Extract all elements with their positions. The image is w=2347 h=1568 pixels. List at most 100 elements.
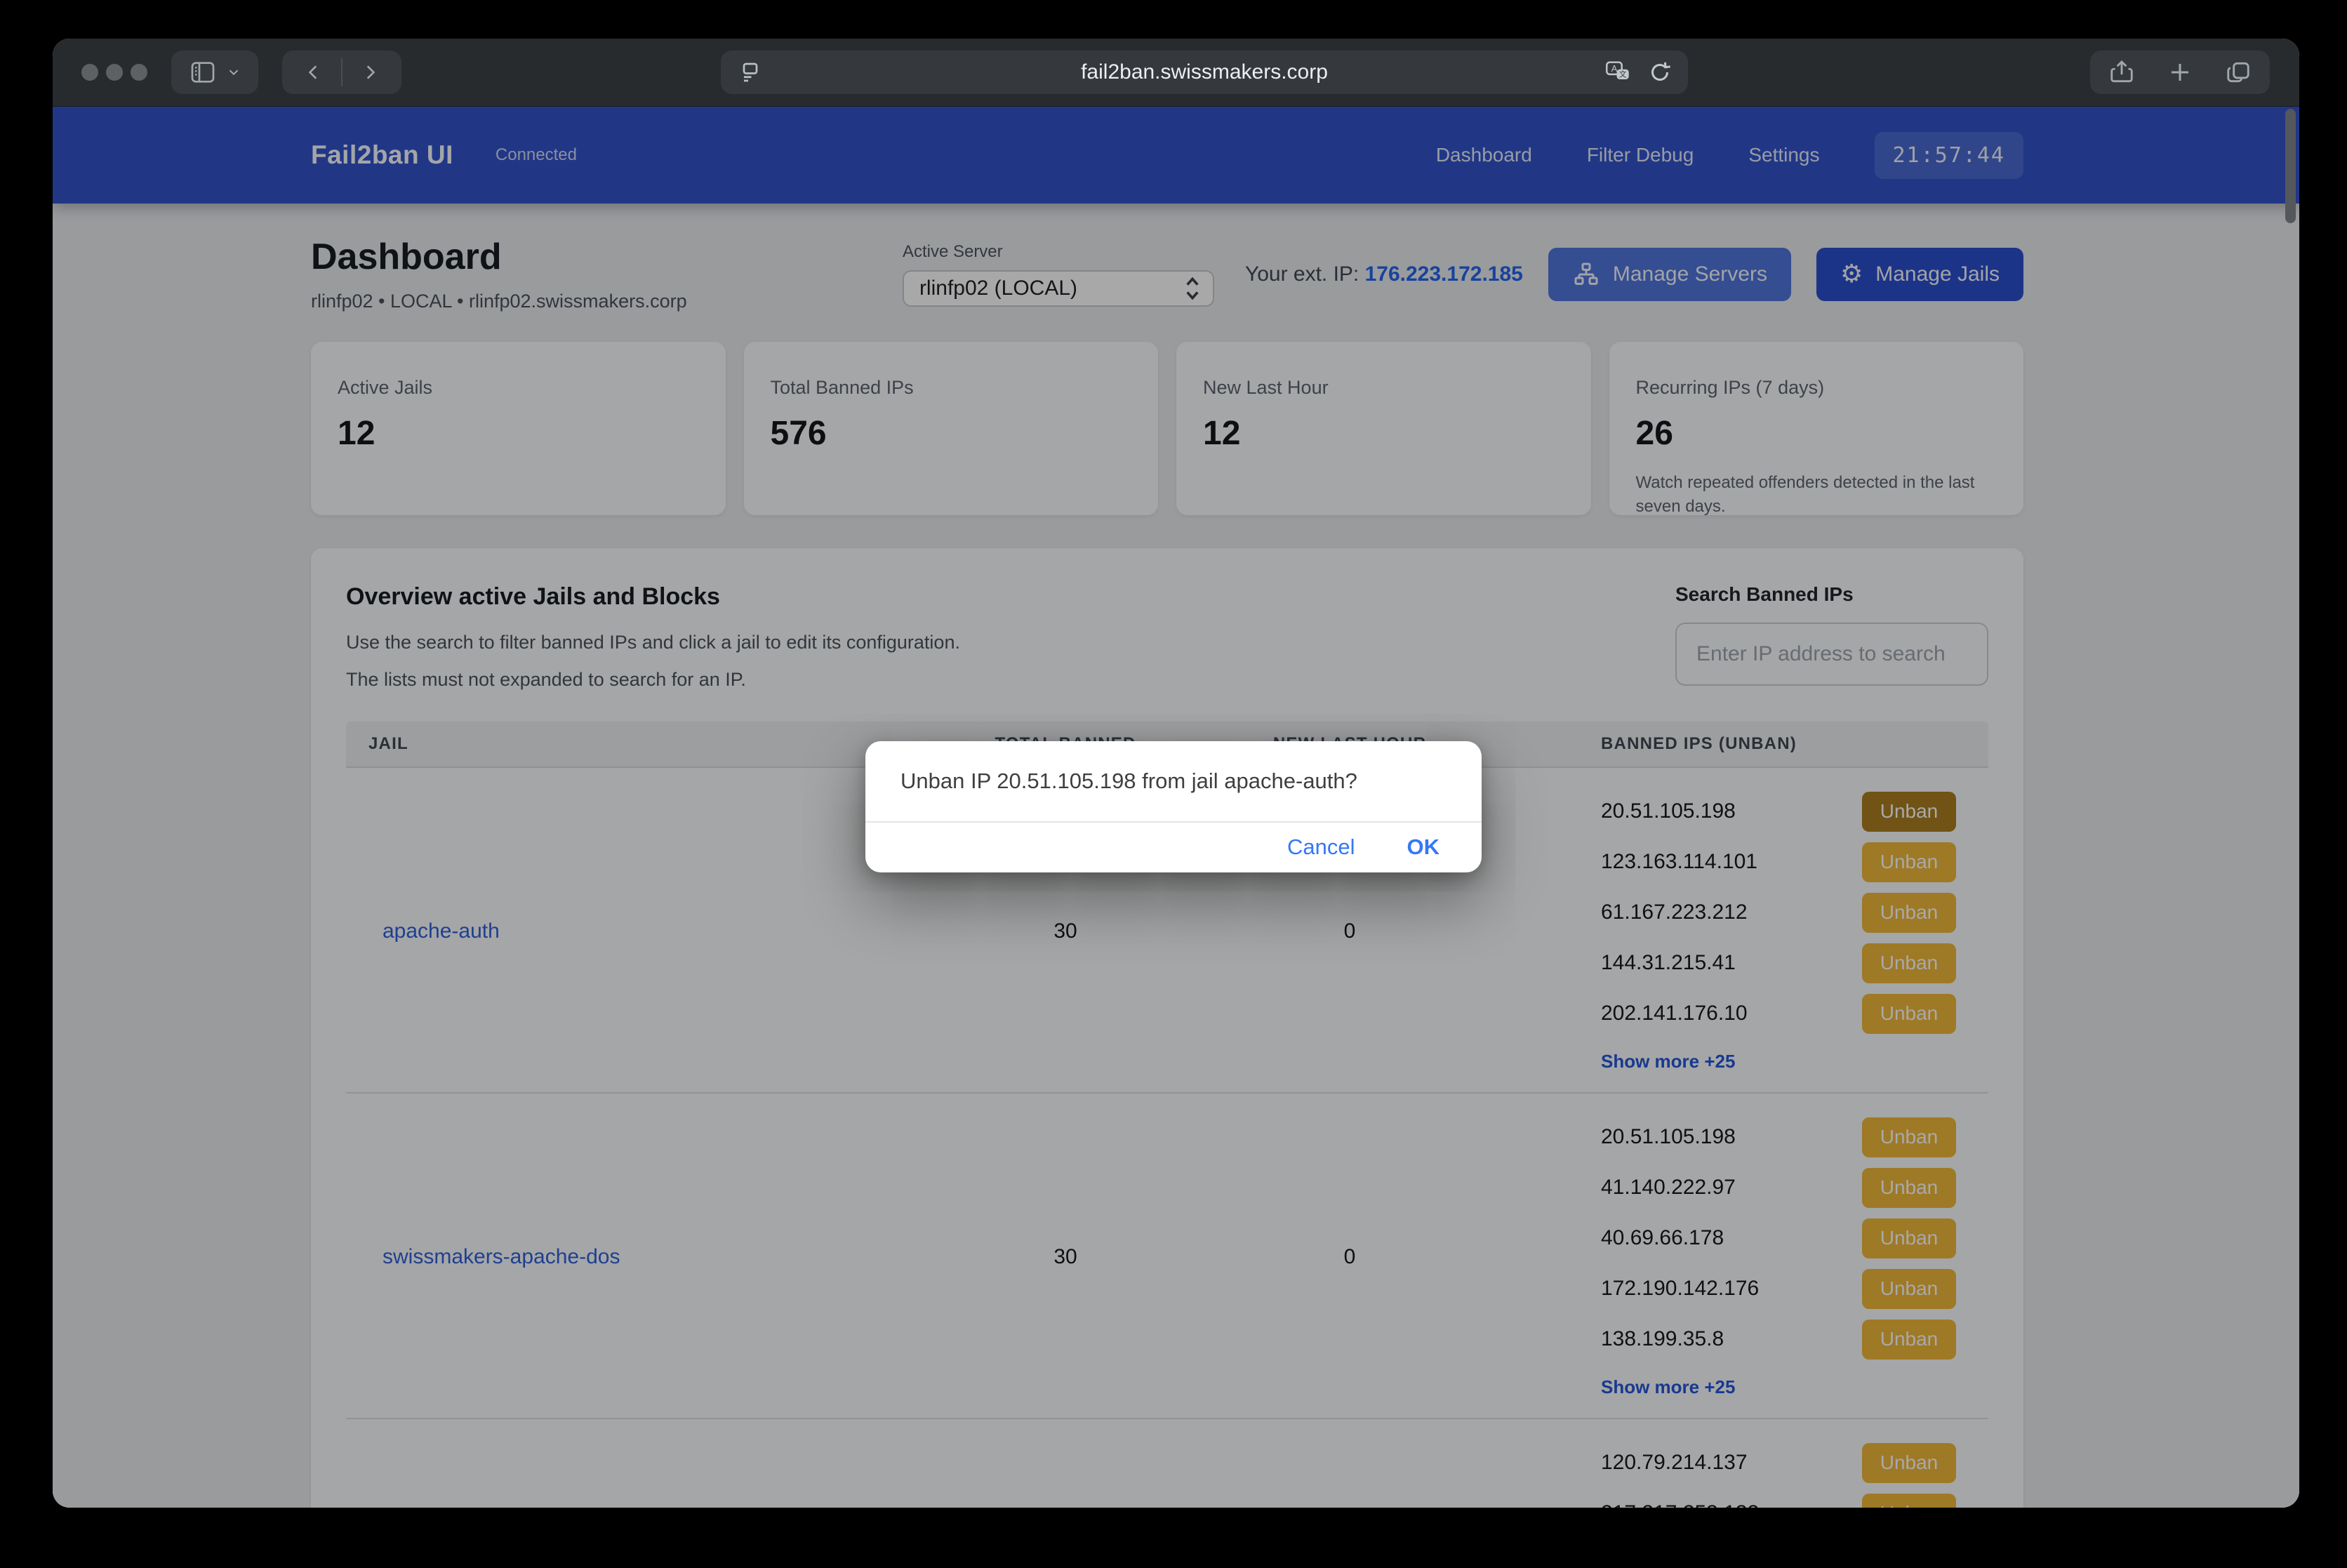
scrollbar-thumb[interactable] — [2285, 109, 2296, 223]
forward-button[interactable] — [351, 51, 389, 94]
nav-link-dashboard[interactable]: Dashboard — [1436, 144, 1532, 166]
sidebar-icon — [184, 51, 222, 94]
nav-link-settings[interactable]: Settings — [1748, 144, 1819, 166]
ip-list: 20.51.105.198 Unban 123.163.114.101 Unba… — [1518, 786, 1988, 1077]
external-ip: Your ext. IP: 176.223.172.185 — [1245, 263, 1523, 286]
jail-total — [950, 1437, 1181, 1508]
banned-ip-row: 20.51.105.198 Unban — [1601, 1112, 1956, 1162]
banned-ip-row: 120.79.214.137 Unban — [1601, 1437, 1956, 1488]
app-brand: Fail2ban UI — [311, 140, 453, 170]
overview-description-2: The lists must not expanded to search fo… — [346, 669, 960, 691]
zoom-window-button[interactable] — [131, 64, 147, 81]
jail-blocks: apache-auth 30 0 20.51.105.198 Unban 123… — [346, 768, 1988, 1508]
stat-card-recurring-ips: Recurring IPs (7 days) 26 Watch repeated… — [1609, 342, 2024, 515]
jail-name-cell: apache-auth — [346, 786, 950, 1077]
jail-total: 30 — [950, 1112, 1181, 1402]
browser-window: fail2ban.swissmakers.corp A 文 — [53, 39, 2299, 1508]
jail-name-cell: swissmakers-apache-dos — [346, 1112, 950, 1402]
unban-button[interactable]: Unban — [1862, 994, 1956, 1034]
stat-label: Total Banned IPs — [771, 377, 1132, 399]
ip-address: 40.69.66.178 — [1601, 1226, 1724, 1250]
banned-ip-row: 144.31.215.41 Unban — [1601, 938, 1956, 988]
ip-address: 138.199.35.8 — [1601, 1327, 1724, 1351]
unban-button[interactable]: Unban — [1862, 943, 1956, 983]
jail-new-last-hour — [1181, 1437, 1518, 1508]
ip-address: 202.141.176.10 — [1601, 1002, 1748, 1025]
ip-address: 41.140.222.97 — [1601, 1176, 1736, 1200]
stat-label: Active Jails — [338, 377, 699, 399]
banned-ip-row: 41.140.222.97 Unban — [1601, 1162, 1956, 1213]
page-viewport: Fail2ban UI Connected Dashboard Filter D… — [53, 107, 2299, 1508]
ok-button[interactable]: OK — [1403, 834, 1444, 861]
search-banned-ips-label: Search Banned IPs — [1675, 583, 1988, 606]
toolbar-right-buttons — [2090, 51, 2270, 94]
banned-ip-row: 217.217.253.132 Unban — [1601, 1488, 1956, 1508]
active-server-label: Active Server — [903, 242, 1214, 262]
unban-button[interactable]: Unban — [1862, 1443, 1956, 1483]
jail-name-cell — [346, 1437, 950, 1508]
page-title: Dashboard — [311, 236, 687, 278]
ip-address: 20.51.105.198 — [1601, 799, 1736, 823]
ip-address: 120.79.214.137 — [1601, 1451, 1748, 1475]
gear-icon: ⚙ — [1840, 262, 1863, 287]
banned-ip-row: 138.199.35.8 Unban — [1601, 1314, 1956, 1364]
stat-value: 12 — [338, 414, 699, 453]
sitemap-icon — [1572, 260, 1600, 288]
stat-value: 26 — [1636, 414, 1997, 453]
column-header-banned-ips: BANNED IPS (UNBAN) — [1518, 734, 1988, 754]
stat-label: Recurring IPs (7 days) — [1636, 377, 1997, 399]
unban-button[interactable]: Unban — [1862, 842, 1956, 882]
search-input[interactable] — [1675, 623, 1988, 686]
window-controls — [81, 64, 147, 81]
share-icon[interactable] — [2108, 59, 2135, 86]
unban-confirm-dialog: Unban IP 20.51.105.198 from jail apache-… — [865, 741, 1482, 872]
stat-value: 12 — [1203, 414, 1564, 453]
history-nav — [282, 51, 401, 94]
manage-servers-button[interactable]: Manage Servers — [1548, 248, 1791, 301]
stat-description: Watch repeated offenders detected in the… — [1636, 471, 1987, 518]
jail-name-link[interactable]: apache-auth — [383, 919, 500, 943]
overview-panel: Overview active Jails and Blocks Use the… — [311, 548, 2023, 1508]
back-button[interactable] — [295, 51, 333, 94]
select-stepper-icon — [1182, 274, 1203, 303]
ip-address: 123.163.114.101 — [1601, 850, 1757, 874]
unban-button[interactable]: Unban — [1862, 1117, 1956, 1157]
show-more-link[interactable]: Show more +25 — [1601, 1371, 1956, 1402]
url-text: fail2ban.swissmakers.corp — [721, 60, 1688, 84]
stat-value: 576 — [771, 414, 1132, 453]
banned-ip-row: 40.69.66.178 Unban — [1601, 1213, 1956, 1263]
nav-link-filter-debug[interactable]: Filter Debug — [1587, 144, 1694, 166]
unban-button[interactable]: Unban — [1862, 893, 1956, 933]
unban-button[interactable]: Unban — [1862, 1168, 1956, 1208]
active-server-value: rlinfp02 (LOCAL) — [919, 277, 1077, 300]
unban-button[interactable]: Unban — [1862, 1218, 1956, 1258]
active-server-select[interactable]: rlinfp02 (LOCAL) — [903, 270, 1214, 307]
app-navbar: Fail2ban UI Connected Dashboard Filter D… — [53, 107, 2299, 204]
banned-ip-row: 202.141.176.10 Unban — [1601, 988, 1956, 1039]
chevron-down-icon — [222, 51, 246, 94]
dialog-message: Unban IP 20.51.105.198 from jail apache-… — [900, 769, 1357, 794]
address-bar[interactable]: fail2ban.swissmakers.corp A 文 — [721, 51, 1688, 94]
new-tab-icon[interactable] — [2167, 60, 2193, 85]
unban-button[interactable]: Unban — [1862, 792, 1956, 832]
sidebar-toggle[interactable] — [171, 51, 258, 94]
ip-address: 61.167.223.212 — [1601, 901, 1748, 924]
ip-address: 20.51.105.198 — [1601, 1125, 1736, 1149]
external-ip-value[interactable]: 176.223.172.185 — [1365, 263, 1523, 286]
banned-ip-row: 172.190.142.176 Unban — [1601, 1263, 1956, 1314]
jail-row: 120.79.214.137 Unban 217.217.253.132 Unb… — [346, 1418, 1988, 1508]
banned-ip-row: 61.167.223.212 Unban — [1601, 887, 1956, 938]
jail-name-link[interactable]: swissmakers-apache-dos — [383, 1245, 620, 1269]
unban-button[interactable]: Unban — [1862, 1269, 1956, 1309]
ip-address: 172.190.142.176 — [1601, 1277, 1759, 1301]
cancel-button[interactable]: Cancel — [1283, 834, 1359, 861]
tab-overview-icon[interactable] — [2225, 59, 2252, 86]
unban-button[interactable]: Unban — [1862, 1494, 1956, 1508]
close-window-button[interactable] — [81, 64, 98, 81]
column-header-jail: JAIL — [346, 734, 950, 754]
unban-button[interactable]: Unban — [1862, 1320, 1956, 1360]
show-more-link[interactable]: Show more +25 — [1601, 1046, 1956, 1077]
minimize-window-button[interactable] — [106, 64, 123, 81]
manage-servers-label: Manage Servers — [1613, 263, 1767, 286]
manage-jails-button[interactable]: ⚙ Manage Jails — [1816, 248, 2023, 301]
